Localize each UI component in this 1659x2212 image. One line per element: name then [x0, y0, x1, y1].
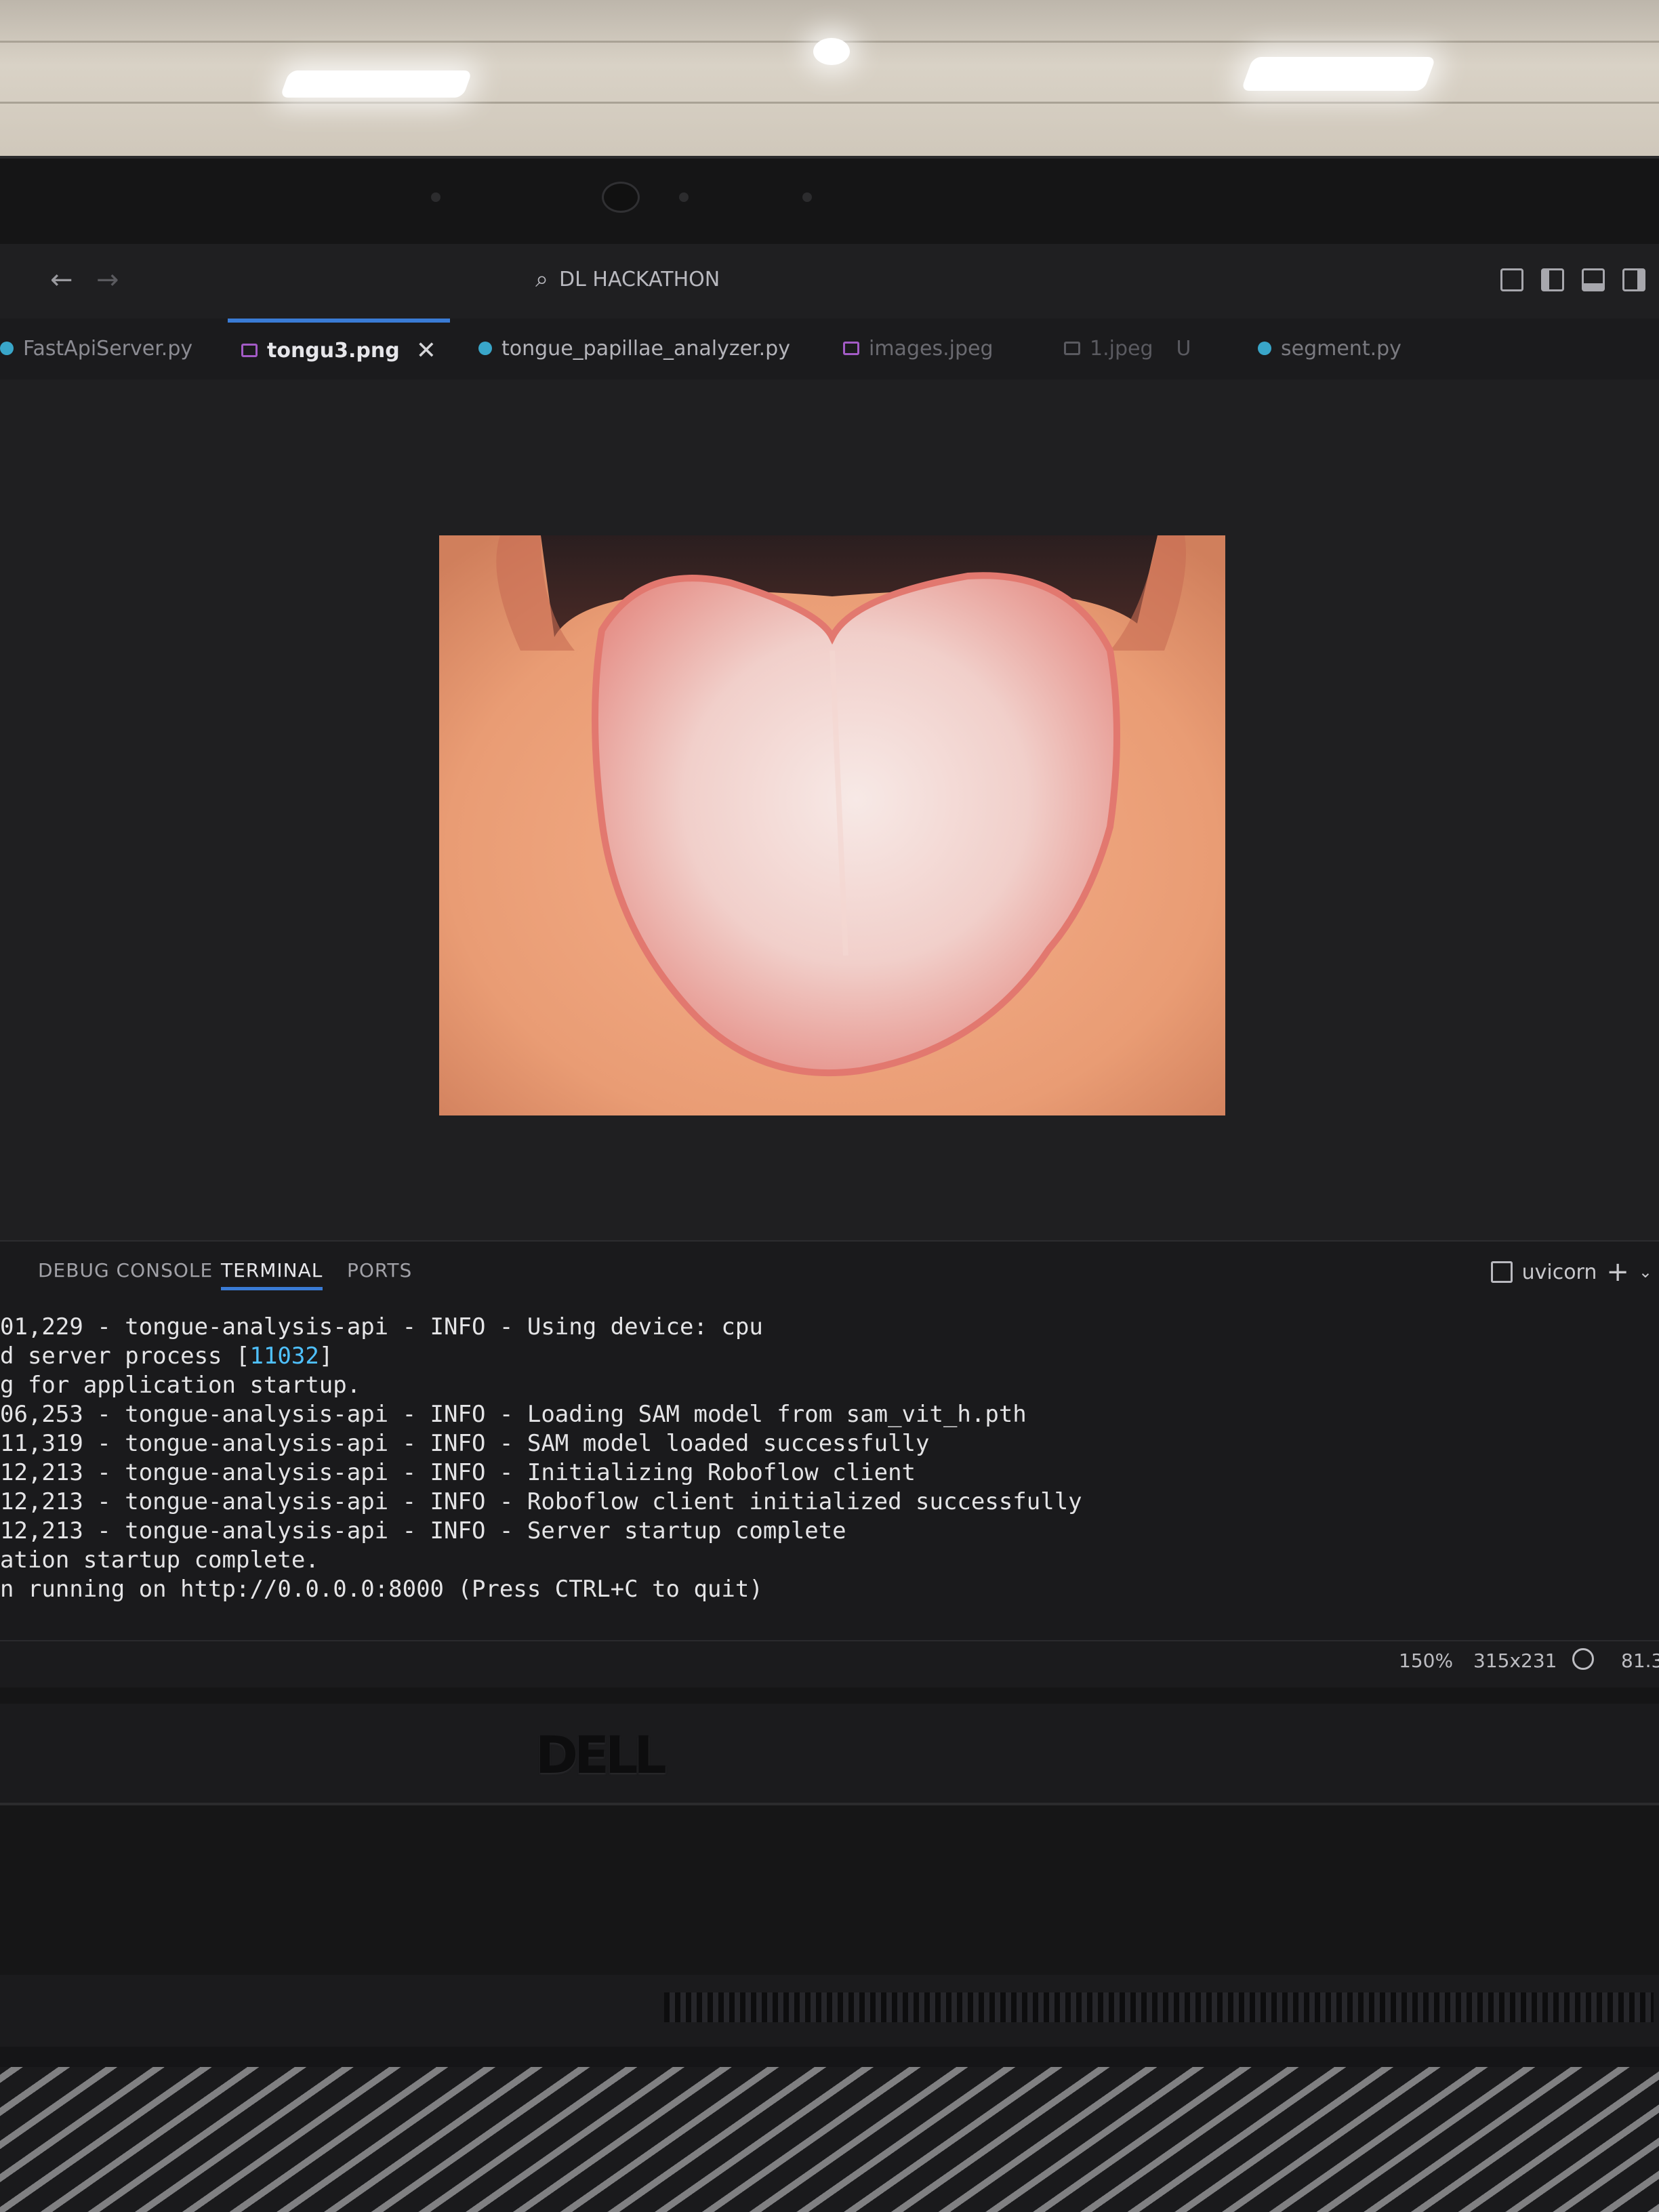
- command-center[interactable]: ⌕ DL HACKATHON: [535, 259, 1213, 300]
- terminal-line: 01,229 - tongue-analysis-api - INFO - Us…: [0, 1313, 763, 1340]
- editor-tab-bar: FastApiServer.py tongu3.png ✕ tongue_pap…: [0, 319, 1659, 381]
- toggle-panel-icon[interactable]: [1582, 268, 1605, 291]
- terminal-controls: uvicorn + ⌄: [1490, 1256, 1652, 1288]
- tab-tongue-papillae-analyzer[interactable]: tongue_papillae_analyzer.py: [478, 319, 790, 378]
- tab-label: 1.jpeg: [1090, 336, 1153, 361]
- tab-label: tongue_papillae_analyzer.py: [501, 336, 790, 361]
- tab-ports[interactable]: PORTS: [347, 1259, 412, 1282]
- status-extra: 81.3: [1621, 1650, 1659, 1672]
- terminal-line: 12,213 - tongue-analysis-api - INFO - Se…: [0, 1517, 846, 1544]
- terminal-name[interactable]: uvicorn: [1522, 1261, 1597, 1284]
- tongue-image-preview: [439, 535, 1225, 1115]
- tab-segment-py[interactable]: segment.py: [1258, 319, 1401, 378]
- python-file-icon: [1258, 342, 1271, 355]
- python-file-icon: [0, 342, 14, 355]
- arrow-left-icon[interactable]: ←: [50, 264, 73, 295]
- ceiling-lamp: [279, 70, 473, 98]
- toggle-primary-sidebar-icon[interactable]: [1541, 268, 1564, 291]
- layout-controls: [1500, 268, 1645, 291]
- tab-1-jpeg[interactable]: 1.jpeg U: [1064, 319, 1191, 378]
- ceiling-lamp: [1240, 57, 1437, 91]
- bottom-panel: DEBUG CONSOLE TERMINAL PORTS uvicorn + ⌄…: [0, 1240, 1659, 1662]
- laptop-hinge: [0, 1803, 1659, 1975]
- terminal-line: d server process [11032]: [0, 1343, 333, 1370]
- webcam: [602, 182, 640, 213]
- customize-layout-icon[interactable]: [1500, 268, 1523, 291]
- ceiling-grid-line: [0, 102, 1659, 104]
- chevron-down-icon[interactable]: ⌄: [1639, 1263, 1652, 1282]
- sensor-dot: [431, 192, 441, 202]
- window-title: DL HACKATHON: [559, 267, 720, 291]
- laptop-logo: DELL: [535, 1725, 667, 1785]
- terminal-icon: [1490, 1261, 1513, 1283]
- python-file-icon: [478, 342, 492, 355]
- new-terminal-button[interactable]: +: [1606, 1256, 1629, 1288]
- search-icon: ⌕: [535, 266, 549, 293]
- terminal-output[interactable]: 01,229 - tongue-analysis-api - INFO - Us…: [0, 1313, 1659, 1604]
- status-bar: 150% 315x231 81.3: [0, 1640, 1659, 1687]
- terminal-line: 06,253 - tongue-analysis-api - INFO - Lo…: [0, 1401, 1027, 1428]
- tab-fastapiserver[interactable]: FastApiServer.py: [0, 319, 192, 378]
- zoom-level[interactable]: 150%: [1399, 1650, 1453, 1672]
- tab-label: tongu3.png: [267, 338, 400, 363]
- speaker-grille: [664, 1992, 1654, 2022]
- terminal-line: 11,319 - tongue-analysis-api - INFO - SA…: [0, 1430, 930, 1457]
- image-editor-area: [0, 380, 1659, 1240]
- close-icon[interactable]: ✕: [416, 337, 436, 365]
- sensor-dot: [679, 192, 689, 202]
- sensor-dot: [802, 192, 812, 202]
- title-bar: ← → ⌕ DL HACKATHON: [0, 244, 1659, 319]
- ceiling-lamp: [813, 38, 850, 65]
- tab-label: segment.py: [1281, 336, 1401, 361]
- screen: ← → ⌕ DL HACKATHON FastApiServer.py tong…: [0, 244, 1659, 1687]
- image-file-icon: [241, 344, 258, 357]
- copilot-icon[interactable]: [1572, 1648, 1594, 1670]
- tab-tongu3-png[interactable]: tongu3.png ✕: [228, 319, 450, 378]
- terminal-line: g for application startup.: [0, 1372, 361, 1399]
- image-file-icon: [1064, 342, 1080, 355]
- tab-debug-console[interactable]: DEBUG CONSOLE: [38, 1259, 213, 1282]
- tab-label: images.jpeg: [869, 336, 994, 361]
- terminal-line: n running on http://0.0.0.0:8000 (Press …: [0, 1576, 763, 1603]
- tab-label: FastApiServer.py: [23, 336, 193, 361]
- untracked-badge: U: [1176, 336, 1191, 361]
- tab-terminal[interactable]: TERMINAL: [221, 1259, 323, 1290]
- image-dimensions: 315x231: [1473, 1650, 1557, 1672]
- terminal-line: 12,213 - tongue-analysis-api - INFO - Ro…: [0, 1488, 1082, 1515]
- arrow-right-icon[interactable]: →: [96, 264, 119, 295]
- keyboard-keys: [0, 2067, 1659, 2212]
- image-file-icon: [843, 342, 859, 355]
- process-id: 11032: [249, 1343, 319, 1370]
- panel-tab-bar: DEBUG CONSOLE TERMINAL PORTS uvicorn + ⌄: [0, 1242, 1659, 1303]
- terminal-line: ation startup complete.: [0, 1547, 319, 1574]
- terminal-line: 12,213 - tongue-analysis-api - INFO - In…: [0, 1459, 916, 1486]
- toggle-secondary-sidebar-icon[interactable]: [1622, 268, 1645, 291]
- tab-images-jpeg[interactable]: images.jpeg: [843, 319, 994, 378]
- ceiling-background: [0, 0, 1659, 163]
